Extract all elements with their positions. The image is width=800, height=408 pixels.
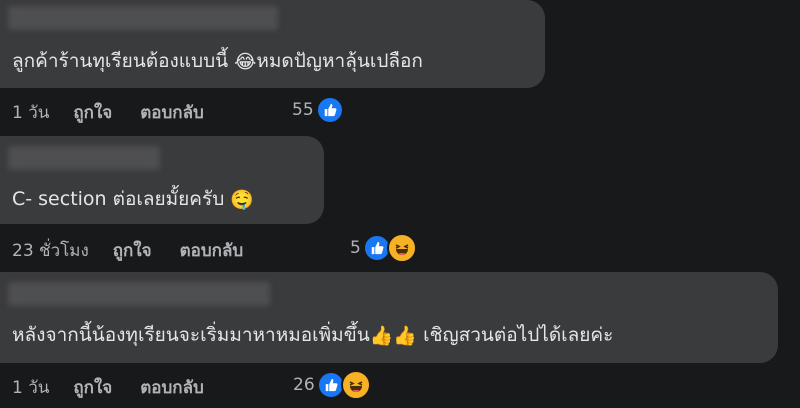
reply-button[interactable]: ตอบกลับ: [180, 237, 244, 264]
reaction-summary[interactable]: 55: [292, 96, 344, 124]
haha-icon: [340, 370, 371, 400]
comment-text-part: หลังจากนี้น้องทุเรียนจะเริ่มมาหาหมอเพิ่ม…: [12, 324, 370, 346]
tears-of-joy-emoji-icon: 😂: [234, 50, 257, 73]
comment-timestamp[interactable]: 1 วัน: [12, 99, 49, 126]
reaction-count: 5: [350, 238, 361, 258]
comment-timestamp[interactable]: 1 วัน: [12, 374, 49, 401]
author-name-blurred[interactable]: [8, 6, 278, 30]
like-button[interactable]: ถูกใจ: [73, 374, 112, 401]
like-icon: [315, 96, 344, 124]
comment-text-part: หมดปัญหาลุ้นเปลือก: [256, 50, 423, 72]
reaction-count: 26: [293, 375, 315, 395]
reaction-count: 55: [292, 100, 314, 120]
comment-actions: 1 วัน ถูกใจ ตอบกลับ: [12, 99, 232, 126]
reaction-summary[interactable]: 26: [293, 370, 371, 400]
comment-text-part: ลูกค้าร้านทุเรียนต้องแบบนี้: [12, 50, 235, 72]
haha-icon: [386, 233, 417, 263]
like-button[interactable]: ถูกใจ: [113, 237, 152, 264]
reply-button[interactable]: ตอบกลับ: [140, 99, 204, 126]
comment-text: C- section ต่อเลยมั้ยครับ 🤤: [12, 184, 254, 214]
thumbs-up-emoji-icon: 👍👍: [369, 325, 418, 347]
comment-text: ลูกค้าร้านทุเรียนต้องแบบนี้ 😂หมดปัญหาลุ้…: [12, 46, 423, 76]
comment-text-part: เชิญสวนต่อไปได้เลยค่ะ: [417, 324, 614, 346]
like-button[interactable]: ถูกใจ: [73, 99, 112, 126]
reaction-summary[interactable]: 5: [350, 233, 417, 263]
comment-text: หลังจากนี้น้องทุเรียนจะเริ่มมาหาหมอเพิ่ม…: [12, 320, 613, 350]
comment-actions: 23 ชั่วโมง ถูกใจ ตอบกลับ: [12, 237, 271, 264]
reply-button[interactable]: ตอบกลับ: [140, 374, 204, 401]
author-name-blurred[interactable]: [8, 146, 160, 170]
comment-timestamp[interactable]: 23 ชั่วโมง: [12, 237, 89, 264]
comment-actions: 1 วัน ถูกใจ ตอบกลับ: [12, 374, 232, 401]
author-name-blurred[interactable]: [8, 282, 270, 306]
comment-text-part: C- section ต่อเลยมั้ยครับ: [12, 188, 231, 210]
drooling-face-emoji-icon: 🤤: [230, 189, 254, 211]
